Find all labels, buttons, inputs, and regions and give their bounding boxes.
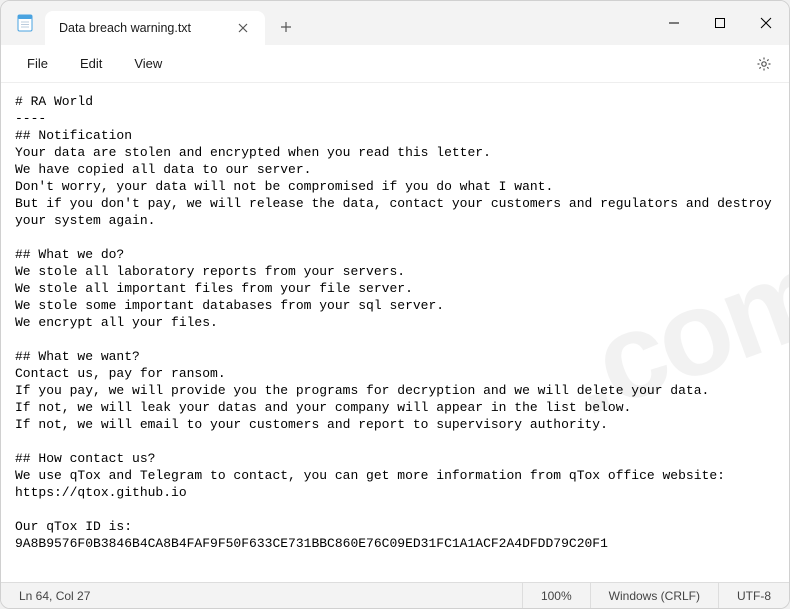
tab-title: Data breach warning.txt — [59, 21, 191, 35]
maximize-button[interactable] — [697, 1, 743, 45]
close-button[interactable] — [743, 1, 789, 45]
status-bar: Ln 64, Col 27 100% Windows (CRLF) UTF-8 — [1, 582, 789, 608]
status-zoom[interactable]: 100% — [522, 583, 590, 608]
notepad-window: Data breach warning.txt File Edit View — [0, 0, 790, 609]
new-tab-button[interactable] — [269, 10, 303, 44]
text-content[interactable]: .com# RA World ---- ## Notification Your… — [1, 83, 789, 582]
window-controls — [651, 1, 789, 45]
menu-file[interactable]: File — [11, 50, 64, 77]
settings-button[interactable] — [749, 49, 779, 79]
menu-view[interactable]: View — [118, 50, 178, 77]
app-icon — [15, 13, 35, 33]
title-bar: Data breach warning.txt — [1, 1, 789, 45]
watermark: .com — [570, 279, 789, 385]
menu-edit[interactable]: Edit — [64, 50, 118, 77]
status-line-ending[interactable]: Windows (CRLF) — [590, 583, 718, 608]
tab-close-button[interactable] — [233, 18, 253, 38]
status-encoding[interactable]: UTF-8 — [718, 583, 789, 608]
tab-active[interactable]: Data breach warning.txt — [45, 11, 265, 45]
menu-bar: File Edit View — [1, 45, 789, 83]
document-text: # RA World ---- ## Notification Your dat… — [15, 94, 780, 551]
minimize-button[interactable] — [651, 1, 697, 45]
status-cursor: Ln 64, Col 27 — [1, 583, 108, 608]
